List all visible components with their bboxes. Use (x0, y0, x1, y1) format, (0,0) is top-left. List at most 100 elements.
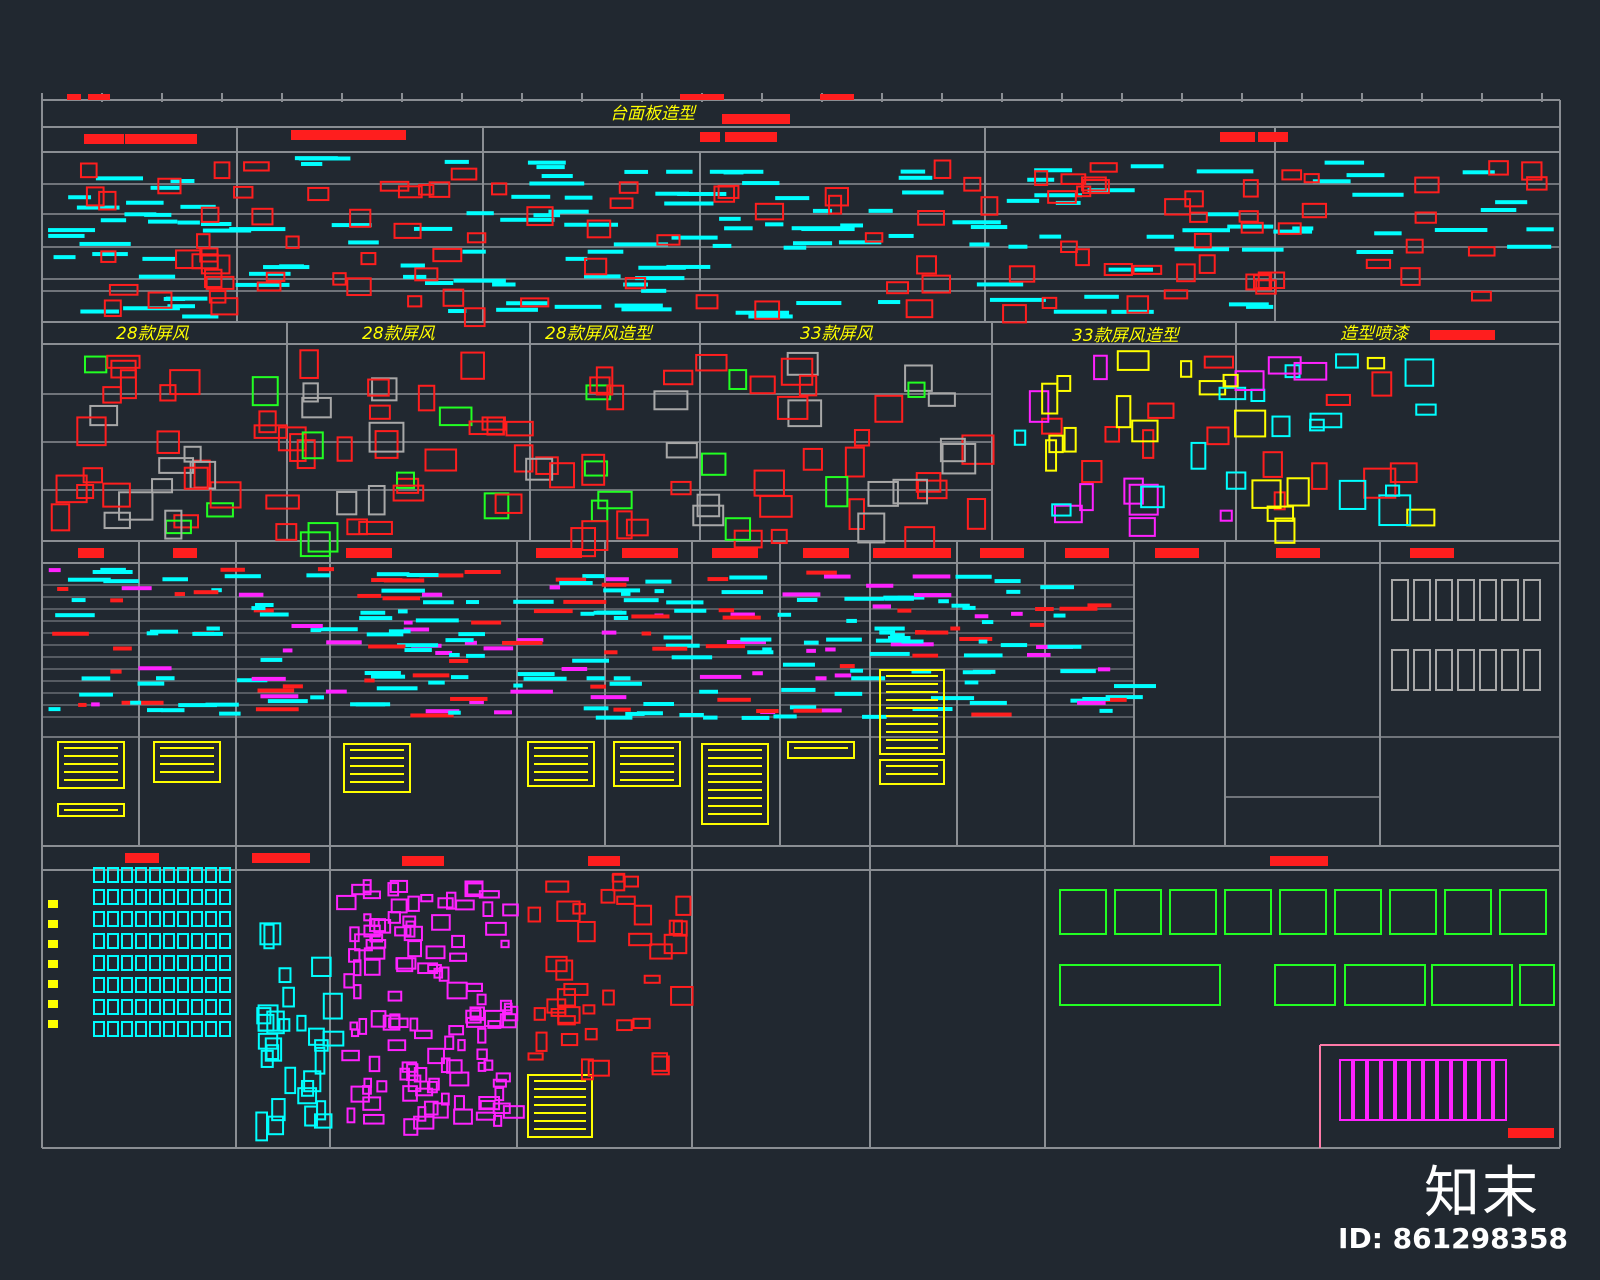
cyan-line (902, 190, 944, 195)
table-text (174, 592, 185, 597)
red-tag (588, 856, 620, 866)
screen-symbol (844, 446, 865, 478)
cyan-line (48, 233, 85, 238)
screen-shape-symbol (1335, 353, 1359, 369)
screen-symbol (724, 517, 752, 541)
screen-symbol (368, 404, 391, 420)
screen-symbol (158, 457, 195, 474)
cyan-line (541, 174, 573, 179)
screen-symbol (780, 357, 814, 386)
red-shape (917, 210, 945, 226)
legend-row (886, 731, 938, 733)
cabinet-elevation (1059, 964, 1221, 1006)
table-text (897, 608, 912, 613)
legend-row (534, 755, 588, 757)
table-text (238, 592, 264, 597)
car-symbol (1435, 579, 1453, 621)
cyan-line (453, 278, 506, 283)
screen-shape-symbol (1415, 403, 1437, 416)
magenta-block (376, 1080, 388, 1093)
screen-symbol (336, 436, 353, 462)
cyan-line (898, 175, 933, 180)
screen-symbol (670, 480, 692, 496)
red-block (643, 974, 661, 984)
cyan-block (311, 956, 332, 977)
cyan-block (259, 922, 282, 946)
yellow-marker (48, 940, 58, 948)
stair-symbol (163, 999, 175, 1015)
legend-row (534, 1112, 586, 1114)
stair-symbol (121, 933, 133, 949)
section-title-28-screen-2: 28款屏风 (362, 324, 435, 344)
magenta-block (499, 999, 513, 1012)
table-text (593, 610, 627, 615)
magenta-block (403, 1118, 419, 1136)
table-text (121, 700, 164, 705)
stair-symbol (135, 911, 147, 927)
yellow-marker (48, 1000, 58, 1008)
stair-symbol (191, 911, 203, 927)
table-text (806, 570, 837, 575)
screen-shape-symbol (1147, 402, 1175, 419)
screen-shape-symbol (1206, 426, 1230, 446)
cyan-line (783, 245, 807, 250)
magenta-block (437, 897, 454, 909)
table-text (121, 586, 152, 591)
table-text (421, 592, 443, 597)
legend-row (620, 771, 674, 773)
screen-symbol (89, 404, 119, 427)
screen-symbol (802, 447, 823, 471)
table-text (699, 689, 718, 694)
stair-symbol (107, 911, 119, 927)
cyan-line (952, 220, 1001, 225)
magenta-block (445, 891, 457, 910)
legend-row (620, 779, 674, 781)
red-block (670, 985, 694, 1006)
stair-symbol (107, 999, 119, 1015)
red-shape (251, 207, 274, 226)
red-shape (1281, 169, 1303, 181)
screen-symbol (481, 416, 506, 431)
cyan-line (100, 218, 127, 223)
cyan-block (322, 1030, 345, 1047)
red-shape (609, 197, 634, 209)
legend-row (350, 781, 404, 783)
car-symbol (1501, 649, 1519, 691)
red-shape (1400, 267, 1421, 286)
cyan-line (177, 220, 200, 225)
table-text (705, 644, 746, 649)
table-text (609, 681, 642, 686)
magenta-block (407, 940, 422, 958)
block-symbols (48, 94, 1555, 1142)
table-text (729, 575, 768, 580)
legend-row (160, 755, 214, 757)
magenta-block (444, 1035, 455, 1050)
table-text (67, 577, 111, 582)
table-text (572, 658, 610, 663)
table-text (666, 600, 704, 605)
legend-row (708, 757, 762, 759)
cyan-line (1495, 200, 1528, 205)
stair-symbol (135, 977, 147, 993)
screen-symbol (76, 416, 107, 447)
magenta-block (363, 1113, 385, 1125)
stair-symbol (121, 999, 133, 1015)
table-text (722, 615, 761, 620)
screen-shape-symbol (1338, 479, 1367, 510)
table-text (1097, 667, 1111, 672)
table-text (641, 631, 652, 636)
magenta-block (449, 952, 468, 962)
screen-shape-symbol (1054, 504, 1083, 524)
table-text (415, 618, 459, 623)
table-text (404, 648, 432, 653)
red-tag (622, 548, 678, 558)
cyan-block (257, 1032, 279, 1050)
red-shape (307, 186, 330, 202)
stair-symbol (219, 955, 231, 971)
table-text (603, 588, 641, 593)
red-tag (1276, 548, 1320, 558)
table-text (866, 583, 894, 588)
red-shape (1414, 176, 1440, 194)
magenta-block (363, 958, 381, 976)
table-text (510, 689, 553, 694)
